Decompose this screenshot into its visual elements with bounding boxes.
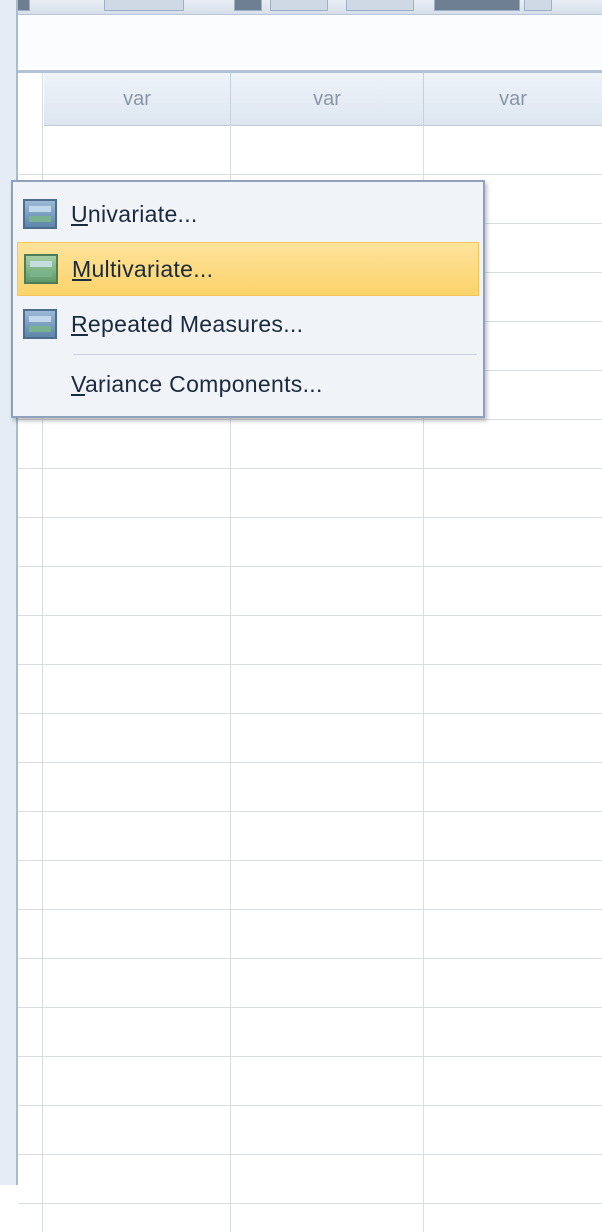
column-header-var-1[interactable]: var [44,73,231,126]
menu-item-label: Repeated Measures... [71,310,304,337]
menu-separator [73,354,477,355]
grid-row-line [18,1203,602,1204]
grid-row-line [18,762,602,763]
column-header-var-2[interactable]: var [231,73,424,126]
grid-row-line [18,958,602,959]
column-header-var-3[interactable]: var [424,73,602,126]
cell-editor-bar[interactable] [18,15,602,67]
window-frame-bottom [0,1185,18,1229]
grid-row-line [18,909,602,910]
grid-row-line [18,468,602,469]
toolbar-button-2[interactable] [104,0,184,11]
grid-row-line [18,1056,602,1057]
menu-item-univariate[interactable]: Univariate... [17,188,477,240]
toolbar-button-5[interactable] [346,0,414,11]
toolbar-button-7[interactable] [524,0,552,11]
menu-item-multivariate[interactable]: Multivariate... [17,242,479,296]
repeated-measures-icon [23,309,57,339]
grid-row-line [18,566,602,567]
grid-row-line [18,174,602,175]
toolbar-button-6[interactable] [434,0,520,11]
grid-row-line [18,419,602,420]
grid-row-line [18,664,602,665]
univariate-icon [23,199,57,229]
grid-row-line [18,1154,602,1155]
toolbar-button-4[interactable] [270,0,328,11]
grid-row-line [18,1007,602,1008]
glm-submenu: Univariate... Multivariate... Repeated M… [11,180,485,418]
menu-item-repeated-measures[interactable]: Repeated Measures... [17,298,477,350]
menu-item-label: Variance Components... [71,370,323,397]
menu-item-label: Univariate... [71,200,198,227]
grid-row-line [18,615,602,616]
toolbar-button-3[interactable] [234,0,262,11]
grid-row-line [18,517,602,518]
multivariate-icon [24,254,58,284]
grid-row-line [18,1105,602,1106]
grid-row-line [18,713,602,714]
grid-row-line [18,811,602,812]
menu-item-label: Multivariate... [72,255,214,282]
grid-row-line [18,860,602,861]
menu-item-variance-components[interactable]: Variance Components... [17,358,477,410]
toolbar [0,0,602,15]
